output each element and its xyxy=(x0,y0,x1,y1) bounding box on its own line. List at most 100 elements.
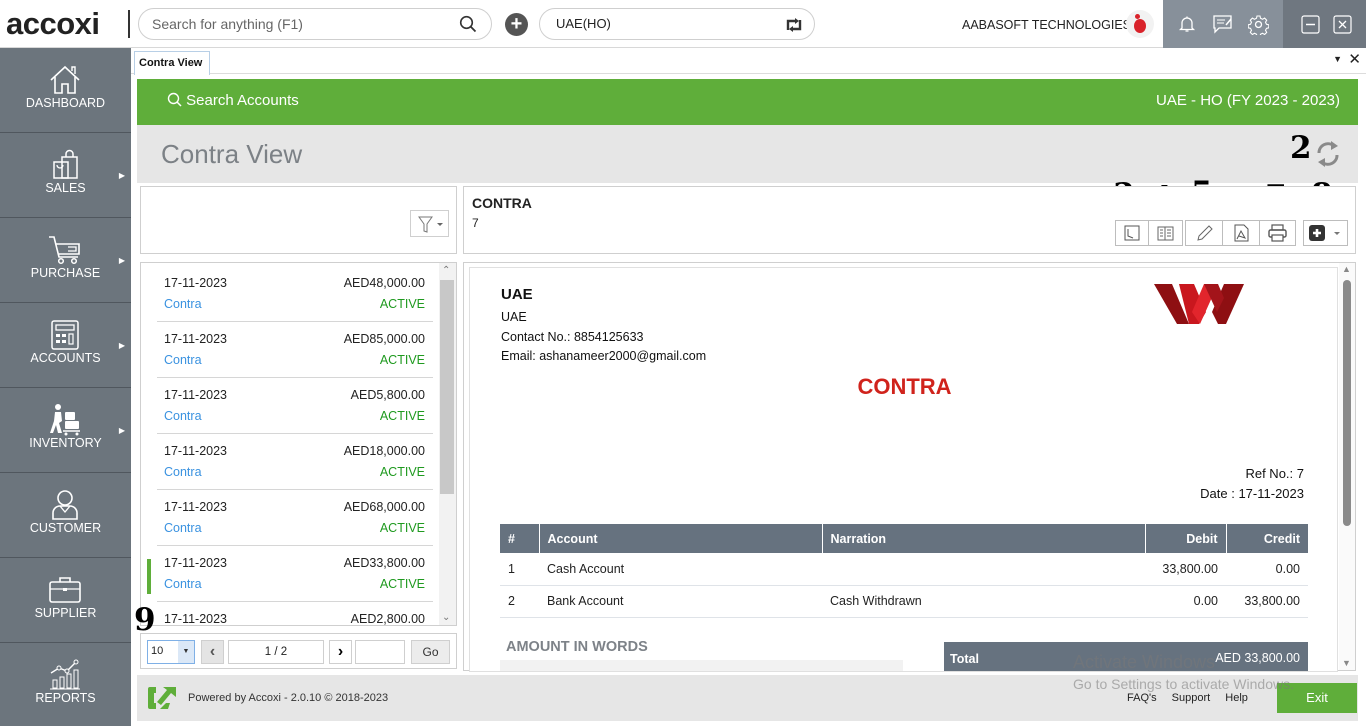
next-page-button[interactable]: › xyxy=(329,640,352,664)
col-header-narration: Narration xyxy=(822,524,1146,553)
ledger-view-button[interactable] xyxy=(1148,220,1183,246)
pdf-button[interactable] xyxy=(1222,220,1260,246)
list-item[interactable]: 17-11-2023 AED5,800.00 Contra ACTIVE xyxy=(157,378,433,434)
page-size-select[interactable]: 10 ▼ xyxy=(147,640,195,664)
switch-branch-icon[interactable] xyxy=(784,15,804,45)
list-scroll-thumb[interactable] xyxy=(440,280,454,494)
list-item-type: Contra xyxy=(164,409,202,423)
accoxi-footer-logo xyxy=(148,687,176,709)
amount-in-words-label: AMOUNT IN WORDS xyxy=(506,639,648,655)
user-icon xyxy=(52,490,78,520)
top-bar: accox​i + UAE(HO) AABASOFT TECHNOLOGIES▶ xyxy=(0,0,1366,48)
list-item-status: ACTIVE xyxy=(379,297,425,311)
tab-list-dropdown-icon[interactable]: ▼ xyxy=(1333,54,1342,64)
voucher-header: CONTRA 7 xyxy=(463,186,1356,254)
sidebar-item-accounts[interactable]: ACCOUNTS ▶ xyxy=(0,303,131,388)
global-search-input[interactable] xyxy=(152,9,452,39)
prev-page-button[interactable]: ‹ xyxy=(201,640,224,664)
voucher-list: 17-11-2023 AED48,000.00 Contra ACTIVE 17-11-… xyxy=(140,262,457,626)
accoxi-logo[interactable]: accox​i xyxy=(6,6,100,42)
list-item-amount: AED33,800.00 xyxy=(343,556,425,570)
powered-by-text: Powered by Accoxi - 2.0.10 © 2018-2023 xyxy=(188,692,389,704)
user-avatar[interactable] xyxy=(1126,10,1154,38)
close-window-icon[interactable] xyxy=(1333,15,1352,39)
page-title: Contra View xyxy=(161,139,303,169)
bell-icon[interactable] xyxy=(1177,14,1197,39)
print-button[interactable] xyxy=(1259,220,1296,246)
branch-selector[interactable]: UAE(HO) xyxy=(539,8,815,40)
add-new-button[interactable]: + xyxy=(505,13,528,36)
plus-square-icon xyxy=(1309,225,1340,241)
table-row: 1 Cash Account 33,800.00 0.00 xyxy=(500,553,1308,586)
submenu-arrow-icon: ▶ xyxy=(118,426,125,435)
sidebar-item-sales[interactable]: SALES ▶ xyxy=(0,133,131,218)
list-item[interactable]: 17-11-2023 AED68,000.00 Contra ACTIVE xyxy=(157,490,433,546)
go-button[interactable]: Go xyxy=(411,640,450,664)
scroll-down-icon[interactable]: ⌄ xyxy=(442,612,450,623)
support-link[interactable]: Support xyxy=(1172,692,1211,704)
history-button[interactable] xyxy=(1115,220,1149,246)
scroll-up-icon[interactable]: ▲ xyxy=(1342,264,1351,274)
list-item[interactable]: 17-11-2023 AED2,800.00 xyxy=(157,602,433,626)
col-header-debit: Debit xyxy=(1145,524,1227,553)
list-item-amount: AED2,800.00 xyxy=(350,612,425,626)
search-icon[interactable] xyxy=(459,15,477,38)
close-tab-icon[interactable]: ✕ xyxy=(1348,50,1361,68)
list-item[interactable]: 17-11-2023 AED18,000.00 Contra ACTIVE xyxy=(157,434,433,490)
preview-scrollbar[interactable]: ▲ ▼ xyxy=(1339,263,1355,670)
list-item-status: ACTIVE xyxy=(379,577,425,591)
edit-button[interactable] xyxy=(1185,220,1223,246)
tab-contra-view[interactable]: Contra View xyxy=(134,51,210,75)
minimize-icon[interactable] xyxy=(1301,15,1320,39)
message-icon[interactable] xyxy=(1212,14,1234,39)
company-logo xyxy=(1154,284,1244,324)
company-selector[interactable]: AABASOFT TECHNOLOGIES▶ xyxy=(962,18,1141,32)
sidebar-item-supplier[interactable]: SUPPLIER xyxy=(0,558,131,643)
pdf-icon xyxy=(1234,224,1249,242)
scroll-down-icon[interactable]: ▼ xyxy=(1342,658,1351,668)
list-item[interactable]: 17-11-2023 AED85,000.00 Contra ACTIVE xyxy=(157,322,433,378)
list-item-type: Contra xyxy=(164,353,202,367)
sidebar-item-reports[interactable]: REPORTS xyxy=(0,643,131,728)
plus-icon: + xyxy=(510,13,523,35)
sidebar-item-inventory[interactable]: INVENTORY ▶ xyxy=(0,388,131,473)
fiscal-year-label: UAE - HO (FY 2023 - 2023) xyxy=(1156,92,1340,109)
sidebar-item-purchase[interactable]: PURCHASE ▶ xyxy=(0,218,131,303)
faq-link[interactable]: FAQ's xyxy=(1127,692,1157,704)
preview-scroll-thumb[interactable] xyxy=(1343,280,1351,526)
sidebar-label: CUSTOMER xyxy=(29,521,102,535)
goto-page-input[interactable] xyxy=(355,640,405,664)
book-icon xyxy=(1157,226,1174,241)
annotation-2: 2 xyxy=(1290,130,1312,166)
col-header-credit: Credit xyxy=(1226,524,1308,553)
sidebar: DASHBOARD SALES ▶ PURCHASE ▶ ACCOUNTS ▶ … xyxy=(0,48,131,726)
list-item[interactable]: 17-11-2023 AED48,000.00 Contra ACTIVE xyxy=(157,266,433,322)
briefcase-icon xyxy=(49,577,81,603)
table-row: 2 Bank Account Cash Withdrawn 0.00 33,80… xyxy=(500,585,1308,618)
scroll-up-icon[interactable]: ⌃ xyxy=(442,265,450,276)
search-accounts-button[interactable]: Search Accounts xyxy=(167,92,299,109)
filter-button[interactable] xyxy=(410,210,449,237)
exit-button[interactable]: Exit xyxy=(1277,683,1357,713)
sidebar-label: ACCOUNTS xyxy=(30,351,101,365)
gear-icon[interactable] xyxy=(1247,14,1270,40)
help-link[interactable]: Help xyxy=(1225,692,1248,704)
exit-label: Exit xyxy=(1306,690,1328,705)
total-bar: Total AED 33,800.00 xyxy=(944,642,1308,671)
list-item[interactable]: 17-11-2023 AED33,800.00 Contra ACTIVE xyxy=(147,546,433,602)
global-search[interactable] xyxy=(138,8,492,40)
cell-narration: Cash Withdrawn xyxy=(822,585,1145,618)
sidebar-item-dashboard[interactable]: DASHBOARD xyxy=(0,48,131,133)
voucher-type-title: CONTRA xyxy=(472,195,532,211)
list-item-date: 17-11-2023 xyxy=(164,332,228,346)
sidebar-item-customer[interactable]: CUSTOMER xyxy=(0,473,131,558)
cell-account: Bank Account xyxy=(539,585,822,618)
sidebar-label: PURCHASE xyxy=(30,266,101,280)
refresh-icon[interactable] xyxy=(1314,139,1342,174)
list-scrollbar[interactable]: ⌃ ⌄ xyxy=(439,263,456,625)
add-actions-dropdown[interactable] xyxy=(1303,220,1348,246)
list-item-status: ACTIVE xyxy=(379,521,425,535)
list-item-amount: AED18,000.00 xyxy=(343,444,425,458)
list-item-date: 17-11-2023 xyxy=(164,612,228,626)
company-contact: Contact No.: 8854125633 xyxy=(501,330,644,344)
